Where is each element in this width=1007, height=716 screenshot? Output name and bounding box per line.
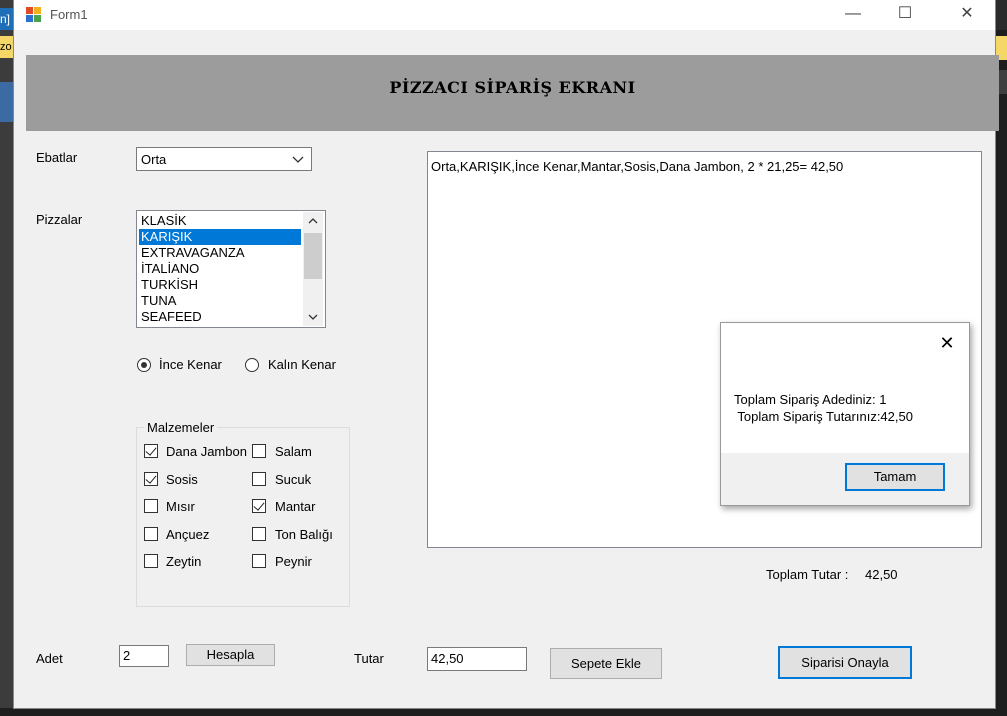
- size-value: Orta: [141, 152, 167, 167]
- minimize-button[interactable]: —: [830, 0, 876, 30]
- size-label: Ebatlar: [36, 150, 78, 165]
- background-ide-right: [995, 30, 1007, 716]
- message-line-1: Toplam Sipariş Adediniz: 1: [734, 392, 887, 407]
- list-item[interactable]: TUNA: [139, 293, 301, 309]
- close-button[interactable]: ✕: [944, 0, 990, 30]
- window-title: Form1: [50, 7, 88, 22]
- chevron-down-icon[interactable]: [289, 150, 307, 168]
- scrollbar-thumb[interactable]: [304, 233, 322, 279]
- quantity-label: Adet: [36, 651, 63, 666]
- checkbox-label[interactable]: Mısır: [166, 499, 195, 514]
- ingredients-title: Malzemeler: [144, 420, 218, 435]
- checkbox-misir[interactable]: [144, 499, 158, 513]
- page-title: PİZZACI SİPARİŞ EKRANI: [389, 78, 636, 97]
- order-line: Orta,KARIŞIK,İnce Kenar,Mantar,Sosis,Dan…: [431, 159, 844, 174]
- checkbox-label[interactable]: Sosis: [166, 472, 198, 487]
- checkbox-salam[interactable]: [252, 444, 266, 458]
- checkbox-sosis[interactable]: [144, 472, 158, 486]
- thin-crust-label[interactable]: İnce Kenar: [159, 357, 222, 372]
- check-icon: [253, 499, 265, 511]
- thick-crust-radio[interactable]: [245, 358, 259, 372]
- chevron-up-icon[interactable]: [307, 215, 319, 227]
- close-icon[interactable]: ✕: [937, 333, 957, 353]
- list-item[interactable]: İTALİANO: [139, 261, 301, 277]
- form-window: Form1 — ☐ ✕ PİZZACI SİPARİŞ EKRANI Ebatl…: [14, 0, 999, 708]
- checkbox-label[interactable]: Ton Balığı: [275, 527, 333, 542]
- ok-button[interactable]: Tamam: [845, 463, 945, 491]
- quantity-input[interactable]: 2: [119, 645, 169, 667]
- pizza-label: Pizzalar: [36, 212, 83, 227]
- price-input[interactable]: 42,50: [427, 647, 527, 671]
- checkbox-label[interactable]: Dana Jambon: [166, 444, 247, 459]
- checkbox-zeytin[interactable]: [144, 554, 158, 568]
- calculate-button[interactable]: Hesapla: [186, 644, 275, 666]
- checkbox-label[interactable]: Peynir: [275, 554, 312, 569]
- confirm-order-button[interactable]: Siparisi Onayla: [778, 646, 912, 679]
- checkbox-label[interactable]: Zeytin: [166, 554, 201, 569]
- add-to-cart-button[interactable]: Sepete Ekle: [550, 648, 662, 679]
- size-combobox[interactable]: Orta: [136, 147, 312, 171]
- checkbox-label[interactable]: Sucuk: [275, 472, 311, 487]
- checkbox-label[interactable]: Mantar: [275, 499, 315, 514]
- background-block: [0, 82, 14, 122]
- checkbox-ancuez[interactable]: [144, 527, 158, 541]
- price-label: Tutar: [354, 651, 384, 666]
- checkbox-dana-jambon[interactable]: [144, 444, 158, 458]
- maximize-button[interactable]: ☐: [882, 0, 928, 30]
- background-tab: n]: [0, 8, 14, 30]
- list-item[interactable]: KLASİK: [139, 213, 301, 229]
- total-label: Toplam Tutar :: [766, 567, 849, 582]
- title-bar: Form1 — ☐ ✕: [14, 0, 995, 30]
- pizza-listbox[interactable]: KLASİK KARIŞIK EXTRAVAGANZA İTALİANO TUR…: [136, 210, 326, 328]
- checkbox-peynir[interactable]: [252, 554, 266, 568]
- thick-crust-label[interactable]: Kalın Kenar: [268, 357, 336, 372]
- header-panel: PİZZACI SİPARİŞ EKRANI: [26, 55, 999, 131]
- chevron-down-icon[interactable]: [307, 311, 319, 323]
- check-icon: [145, 472, 157, 484]
- app-icon: [26, 7, 41, 22]
- thin-crust-radio[interactable]: [137, 358, 151, 372]
- checkbox-label[interactable]: Ançuez: [166, 527, 209, 542]
- message-line-2: Toplam Sipariş Tutarınız:42,50: [734, 409, 913, 424]
- checkbox-ton-baligi[interactable]: [252, 527, 266, 541]
- checkbox-sucuk[interactable]: [252, 472, 266, 486]
- total-value: 42,50: [865, 567, 898, 582]
- list-item[interactable]: EXTRAVAGANZA: [139, 245, 301, 261]
- background-tab-2: zo: [0, 36, 14, 58]
- background-ide-left: n] zo: [0, 0, 14, 716]
- check-icon: [145, 444, 157, 456]
- list-item[interactable]: TURKİSH: [139, 277, 301, 293]
- checkbox-mantar[interactable]: [252, 499, 266, 513]
- list-item[interactable]: SEAFEED: [139, 309, 301, 325]
- background-ide-bottom: [0, 708, 1007, 716]
- checkbox-label[interactable]: Salam: [275, 444, 312, 459]
- list-item-selected[interactable]: KARIŞIK: [139, 229, 301, 245]
- message-box: ✕ Toplam Sipariş Adediniz: 1 Toplam Sipa…: [720, 322, 970, 506]
